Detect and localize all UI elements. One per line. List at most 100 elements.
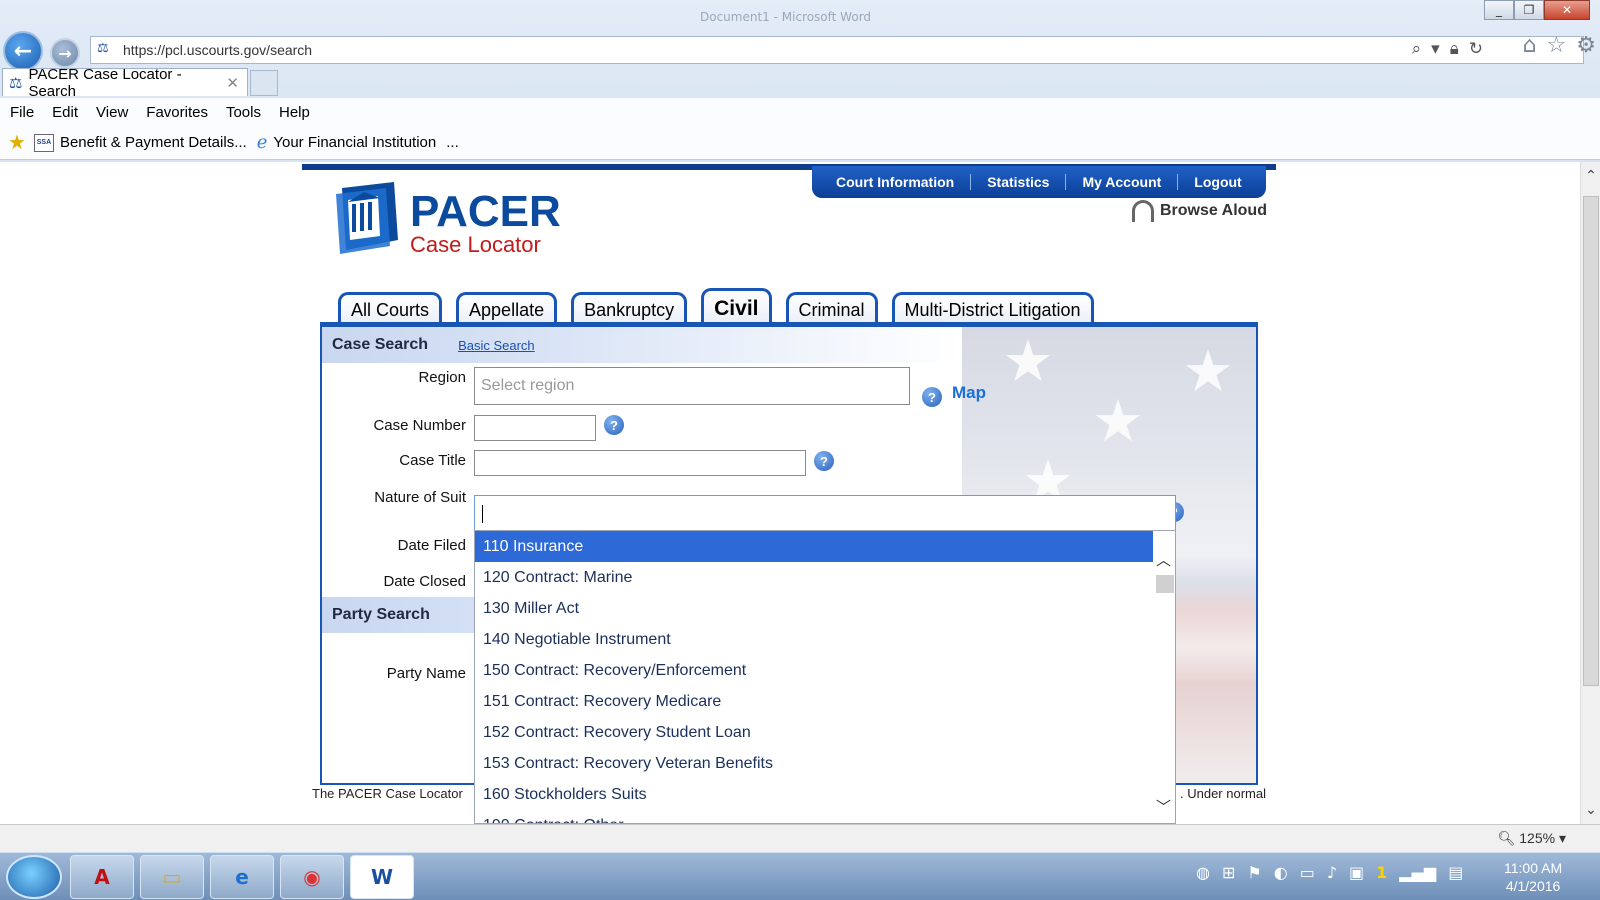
nature-of-suit-input[interactable]: [474, 495, 1176, 531]
nav-my-account[interactable]: My Account: [1066, 174, 1179, 190]
nature-of-suit-option[interactable]: 120 Contract: Marine: [475, 562, 1155, 593]
favorite-benefit-payment[interactable]: Benefit & Payment Details...: [60, 134, 247, 151]
menu-edit[interactable]: Edit: [52, 104, 78, 121]
refresh-icon[interactable]: ↻: [1469, 39, 1483, 59]
home-icon[interactable]: ⌂: [1523, 33, 1537, 58]
dropdown-arrow-icon[interactable]: ▾: [1431, 39, 1440, 59]
map-link[interactable]: Map: [952, 383, 986, 403]
windows-icon[interactable]: ⊞: [1222, 863, 1235, 882]
pacer-logo[interactable]: PACER Case Locator: [334, 180, 574, 260]
favorites-star-icon[interactable]: ☆: [1547, 33, 1567, 58]
chrome-taskbar-icon[interactable]: ◉: [280, 855, 344, 899]
case-title-input[interactable]: [474, 450, 806, 476]
favorites-star-icon[interactable]: ★: [8, 130, 26, 155]
favorite-financial-institution[interactable]: Your Financial Institution: [273, 134, 436, 151]
tray-device-icon[interactable]: ▤: [1448, 863, 1463, 882]
notification-icon[interactable]: 1: [1376, 863, 1387, 882]
case-number-label: Case Number: [373, 417, 466, 434]
headphones-icon: [1132, 200, 1154, 222]
system-tray: ◍ ⊞ ⚑ ◐ ▭ ♪ ▣ 1 ▂▄▆ ▤: [1196, 863, 1463, 882]
nature-of-suit-dropdown[interactable]: 110 Insurance 120 Contract: Marine 130 Mil…: [474, 530, 1176, 824]
region-help-icon[interactable]: ?: [922, 387, 942, 407]
nature-of-suit-option[interactable]: 153 Contract: Recovery Veteran Benefits: [475, 748, 1155, 779]
nature-of-suit-option[interactable]: 151 Contract: Recovery Medicare: [475, 686, 1155, 717]
favorites-overflow[interactable]: ...: [446, 134, 459, 151]
menu-favorites[interactable]: Favorites: [146, 104, 208, 121]
nature-of-suit-option[interactable]: 150 Contract: Recovery/Enforcement: [475, 655, 1155, 686]
nav-court-information[interactable]: Court Information: [820, 174, 972, 190]
tab-all-courts[interactable]: All Courts: [338, 292, 443, 326]
region-select[interactable]: Select region: [474, 367, 910, 405]
forward-button[interactable]: →: [50, 38, 80, 68]
status-bar: 🔍︎ 125% ▾: [0, 824, 1600, 852]
scroll-down-icon[interactable]: ⌄: [1583, 802, 1599, 818]
nature-of-suit-option[interactable]: 152 Contract: Recovery Student Loan: [475, 717, 1155, 748]
scrollbar-thumb[interactable]: [1583, 196, 1599, 686]
flag-icon[interactable]: ⚑: [1247, 863, 1261, 882]
word-taskbar-icon[interactable]: W: [350, 855, 414, 899]
url-text[interactable]: https://pcl.uscourts.gov/search: [123, 42, 312, 58]
file-explorer-taskbar-icon[interactable]: ▭: [140, 855, 204, 899]
page-scrollbar[interactable]: ⌃ ⌄: [1580, 162, 1600, 824]
basic-search-link[interactable]: Basic Search: [458, 338, 535, 353]
start-button[interactable]: [6, 855, 62, 899]
browser-tab-active[interactable]: ⚖ PACER Case Locator - Search ✕: [2, 66, 248, 100]
close-tab-icon[interactable]: ✕: [226, 74, 239, 92]
browse-aloud-link[interactable]: Browse Aloud: [1132, 200, 1267, 222]
gear-icon[interactable]: ⚙: [1576, 33, 1596, 58]
tab-criminal[interactable]: Criminal: [785, 292, 878, 326]
case-number-input[interactable]: [474, 415, 596, 441]
case-number-help-icon[interactable]: ?: [604, 415, 624, 435]
site-scales-icon: ⚖: [9, 74, 23, 92]
minimize-button[interactable]: _: [1484, 0, 1514, 20]
nature-of-suit-option[interactable]: 160 Stockholders Suits: [475, 779, 1155, 810]
nature-of-suit-option[interactable]: 140 Negotiable Instrument: [475, 624, 1155, 655]
volume-icon[interactable]: ♪: [1327, 863, 1337, 882]
zoom-level[interactable]: 🔍︎ 125% ▾: [1498, 830, 1566, 847]
chevron-down-icon[interactable]: ﹀: [1156, 796, 1171, 817]
tab-multi-district-litigation[interactable]: Multi-District Litigation: [891, 292, 1094, 326]
nature-of-suit-option[interactable]: 110 Insurance: [475, 531, 1155, 562]
tab-title: PACER Case Locator - Search: [28, 65, 182, 100]
close-window-button[interactable]: ✕: [1544, 0, 1590, 20]
menu-file[interactable]: File: [10, 104, 34, 121]
browser-tab-row: ⚖ PACER Case Locator - Search ✕: [0, 66, 1600, 100]
windows-taskbar: A ▭ e ◉ W ◍ ⊞ ⚑ ◐ ▭ ♪ ▣ 1 ▂▄▆ ▤ 11:00 AM…: [0, 852, 1600, 900]
display-icon[interactable]: ▣: [1349, 863, 1364, 882]
system-clock[interactable]: 11:00 AM 4/1/2016: [1504, 859, 1562, 895]
adobe-reader-taskbar-icon[interactable]: A: [70, 855, 134, 899]
ssa-icon: SSA: [33, 133, 54, 152]
tray-app-icon[interactable]: ◍: [1196, 863, 1210, 882]
menu-view[interactable]: View: [96, 104, 128, 121]
signal-icon[interactable]: ▂▄▆: [1399, 863, 1436, 882]
new-tab-button[interactable]: [250, 70, 278, 96]
arrow-left-icon: ←: [13, 38, 33, 64]
clock-time: 11:00 AM: [1504, 860, 1563, 876]
tab-appellate[interactable]: Appellate: [456, 292, 558, 326]
address-bar[interactable]: ⚖ https://pcl.uscourts.gov/search ⌕ ▾ 🔒︎…: [90, 36, 1584, 64]
scroll-up-icon[interactable]: ⌃: [1583, 168, 1599, 184]
battery-icon[interactable]: ▭: [1300, 863, 1315, 882]
lock-icon[interactable]: 🔒︎: [1450, 39, 1459, 59]
restore-button[interactable]: ❐: [1514, 0, 1544, 20]
window-title: Document1 - Microsoft Word: [700, 10, 872, 24]
tab-civil[interactable]: Civil: [701, 288, 772, 326]
browser-tool-icons: ⌂ ☆ ⚙: [1523, 33, 1596, 58]
menu-help[interactable]: Help: [279, 104, 310, 121]
search-icon[interactable]: ⌕: [1412, 39, 1422, 59]
nav-statistics[interactable]: Statistics: [971, 174, 1067, 190]
internet-explorer-taskbar-icon[interactable]: e: [210, 855, 274, 899]
tab-bankruptcy[interactable]: Bankruptcy: [571, 292, 688, 326]
nav-logout[interactable]: Logout: [1178, 174, 1257, 190]
nature-of-suit-option[interactable]: 190 Contract: Other: [475, 810, 1155, 823]
nature-of-suit-option[interactable]: 130 Miller Act: [475, 593, 1155, 624]
menu-bar: File Edit View Favorites Tools Help: [0, 98, 1600, 126]
text-caret: [482, 505, 483, 523]
date-closed-label: Date Closed: [383, 573, 466, 590]
network-status-icon[interactable]: ◐: [1274, 863, 1288, 882]
menu-tools[interactable]: Tools: [226, 104, 261, 121]
chevron-up-icon[interactable]: ︿: [1156, 549, 1171, 570]
dropdown-scrollbar[interactable]: ︿ ﹀: [1153, 531, 1175, 823]
dropdown-scroll-thumb[interactable]: [1156, 575, 1174, 593]
case-title-help-icon[interactable]: ?: [814, 451, 834, 471]
